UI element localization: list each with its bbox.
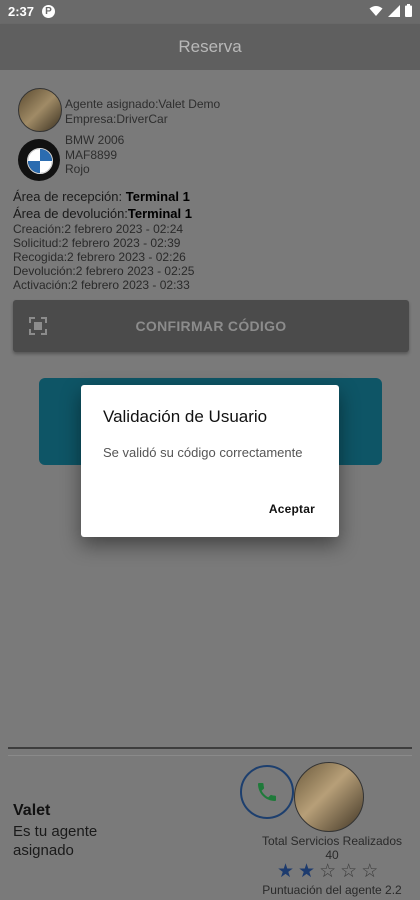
app-bar: Reserva [0,24,420,70]
car-brand-logo [18,139,60,181]
return-area-value: Terminal 1 [127,206,192,221]
battery-icon [405,4,412,20]
agent-score: Puntuación del agente 2.2 [262,883,402,897]
agent-avatar [18,88,62,132]
reception-area-label: Área de recepción: [13,189,126,204]
status-icons [369,4,412,20]
divider [8,747,412,749]
agent-photo [294,762,364,832]
status-bar: 2:37 P [0,0,420,24]
valet-title: Valet [13,802,51,819]
star-empty-icon: ☆ [340,861,358,882]
validation-dialog: Validación de Usuario Se validó su códig… [81,385,339,537]
reception-area-value: Terminal 1 [125,189,190,204]
valet-subtitle-2: asignado [13,842,74,859]
star-empty-icon: ☆ [319,861,337,882]
star-empty-icon: ☆ [361,861,379,882]
phone-icon [258,783,276,801]
star-filled-icon: ★ [298,861,316,882]
car-plate: MAF8899 [65,148,118,162]
agent-assigned-text: Agente asignado:Valet Demo [65,97,221,111]
return-area-label: Área de devolución: [13,206,128,221]
date-request: Solicitud:2 febrero 2023 - 02:39 [13,236,181,250]
dialog-title: Validación de Usuario [103,407,268,426]
wifi-icon [369,5,383,20]
status-time: 2:37 [8,4,35,19]
agent-company-text: Empresa:DriverCar [65,112,168,126]
accept-button[interactable]: Aceptar [269,502,315,516]
car-color: Rojo [65,162,90,176]
app-notification-icon: P [42,5,55,18]
date-activation: Activación:2 febrero 2023 - 02:33 [13,278,190,292]
car-model: BMW 2006 [65,133,125,147]
call-agent-button[interactable] [240,765,294,819]
valet-subtitle-1: Es tu agente [13,823,98,840]
date-pickup: Recogida:2 febrero 2023 - 02:26 [13,250,186,264]
agent-rating-stars: ★ ★ ☆ ☆ ☆ [277,862,378,882]
date-return: Devolución:2 febrero 2023 - 02:25 [13,264,195,278]
confirm-code-label: CONFIRMAR CÓDIGO [135,318,287,334]
services-total-count: 40 [325,848,339,862]
confirm-code-button[interactable]: CONFIRMAR CÓDIGO [13,300,409,352]
services-total-label: Total Servicios Realizados [261,834,403,848]
page-title: Reserva [178,37,242,56]
date-creation: Creación:2 febrero 2023 - 02:24 [13,222,184,236]
return-area: Área de devolución:Terminal 1 [13,206,192,221]
divider [8,755,412,756]
dialog-message: Se validó su código correctamente [103,445,303,460]
reception-area: Área de recepción: Terminal 1 [13,189,190,204]
signal-icon [388,4,400,20]
star-filled-icon: ★ [277,861,295,882]
